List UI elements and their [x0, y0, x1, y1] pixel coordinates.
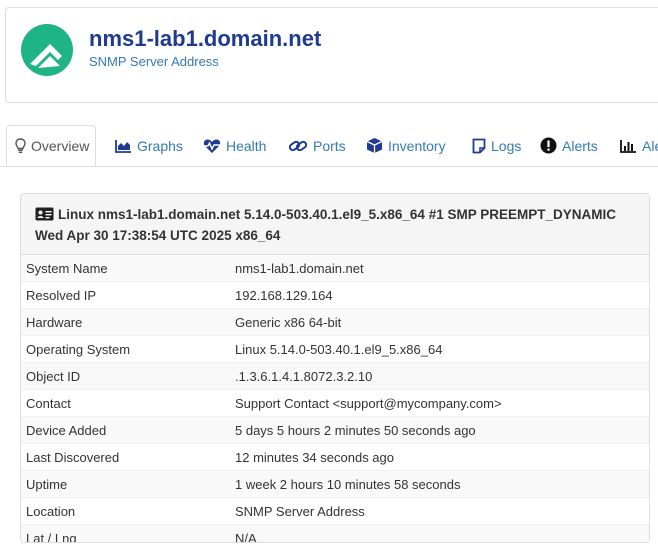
row-key: Operating System — [26, 341, 131, 357]
row-key: Lat / Lng — [26, 530, 77, 543]
link-icon — [288, 140, 308, 151]
tab-graphs-label: Graphs — [137, 137, 183, 154]
device-hostname[interactable]: nms1-lab1.domain.net — [89, 26, 321, 52]
row-value: .1.3.6.1.4.1.8072.3.2.10 — [235, 368, 373, 384]
table-row: Device Added 5 days 5 hours 2 minutes 50 … — [21, 416, 649, 443]
table-row: Operating System Linux 5.14.0-503.40.1.el… — [21, 335, 649, 362]
row-key: System Name — [26, 260, 108, 276]
tab-logs-label: Logs — [491, 137, 522, 154]
tab-alerts[interactable]: Alerts — [540, 125, 598, 166]
tab-alert-stats[interactable]: Ale — [620, 125, 658, 166]
system-description-heading: Linux nms1-lab1.domain.net 5.14.0-503.40… — [21, 194, 649, 255]
row-value: Support Contact <support@mycompany.com> — [235, 395, 502, 411]
tab-health[interactable]: Health — [203, 125, 266, 166]
row-key: Hardware — [26, 314, 83, 330]
bar-chart-icon — [620, 139, 636, 153]
row-value: nms1-lab1.domain.net — [235, 260, 364, 276]
row-value: 5 days 5 hours 2 minutes 50 seconds ago — [235, 422, 476, 438]
row-key: Object ID — [26, 368, 81, 384]
table-row: Object ID .1.3.6.1.4.1.8072.3.2.10 — [21, 362, 649, 389]
tab-graphs[interactable]: Graphs — [115, 125, 183, 166]
row-value: 1 week 2 hours 10 minutes 58 seconds — [235, 476, 461, 492]
table-row: Hardware Generic x86 64-bit — [21, 308, 649, 335]
id-card-icon — [35, 207, 54, 221]
row-value: N/A — [235, 530, 257, 543]
table-row: Uptime 1 week 2 hours 10 minutes 58 secon… — [21, 470, 649, 497]
cube-icon — [366, 138, 383, 153]
row-value: 12 minutes 34 seconds ago — [235, 449, 394, 465]
overview-panel: Linux nms1-lab1.domain.net 5.14.0-503.40… — [20, 193, 650, 543]
tab-ports-label: Ports — [313, 137, 346, 154]
table-row: System Name nms1-lab1.domain.net — [21, 255, 649, 281]
tab-ports[interactable]: Ports — [288, 125, 346, 166]
row-value: SNMP Server Address — [235, 503, 365, 519]
device-tabs: Overview Graphs Health Ports Inventory L… — [0, 125, 658, 167]
device-os-logo-icon — [21, 24, 73, 76]
row-key: Resolved IP — [26, 287, 97, 303]
row-key: Contact — [26, 395, 71, 411]
table-row: Lat / Lng N/A — [21, 524, 649, 543]
row-key: Last Discovered — [26, 449, 120, 465]
tab-inventory[interactable]: Inventory — [366, 125, 446, 166]
table-row: Contact Support Contact <support@mycompan… — [21, 389, 649, 416]
row-value: Generic x86 64-bit — [235, 314, 342, 330]
table-row: Location SNMP Server Address — [21, 497, 649, 524]
heartbeat-icon — [203, 138, 221, 153]
tab-overview[interactable]: Overview — [6, 125, 97, 166]
row-value: 192.168.129.164 — [235, 287, 333, 303]
area-chart-icon — [115, 139, 131, 153]
system-description-text: Linux nms1-lab1.domain.net 5.14.0-503.40… — [35, 207, 616, 243]
table-row: Resolved IP 192.168.129.164 — [21, 281, 649, 308]
overview-table: System Name nms1-lab1.domain.net Resolved… — [21, 255, 649, 543]
lightbulb-icon — [15, 137, 26, 153]
sticky-note-icon — [472, 138, 486, 153]
tab-alerts-label: Alerts — [562, 137, 598, 154]
device-location-subtitle[interactable]: SNMP Server Address — [89, 54, 219, 69]
exclamation-circle-icon — [540, 137, 557, 154]
device-header: nms1-lab1.domain.net SNMP Server Address — [5, 7, 658, 103]
tab-logs[interactable]: Logs — [472, 125, 521, 166]
tab-health-label: Health — [226, 137, 267, 154]
tab-inventory-label: Inventory — [388, 137, 446, 154]
table-row: Last Discovered 12 minutes 34 seconds ago — [21, 443, 649, 470]
row-key: Location — [26, 503, 76, 519]
tab-alert-stats-label: Ale — [642, 137, 658, 154]
row-value: Linux 5.14.0-503.40.1.el9_5.x86_64 — [235, 341, 443, 357]
tab-overview-label: Overview — [31, 137, 90, 154]
row-key: Uptime — [26, 476, 68, 492]
row-key: Device Added — [26, 422, 107, 438]
